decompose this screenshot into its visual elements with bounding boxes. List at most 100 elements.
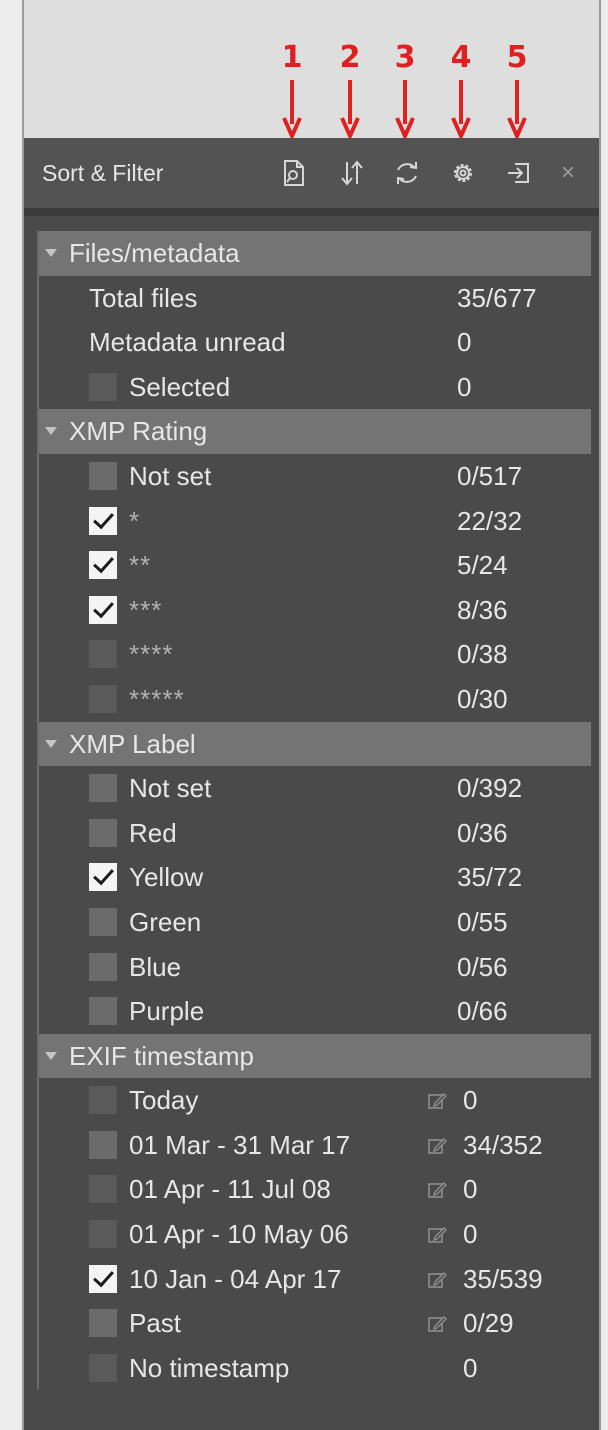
timestamp-row-past[interactable]: Past 0/29 bbox=[39, 1301, 591, 1346]
annotation-number-3: 3 bbox=[394, 40, 416, 75]
annotation-number-5: 5 bbox=[506, 40, 528, 75]
filter-count: 0 bbox=[463, 1174, 478, 1205]
metadata-unread-count: 0 bbox=[457, 327, 472, 358]
checkbox[interactable] bbox=[89, 907, 117, 936]
filter-count: 34/352 bbox=[463, 1129, 543, 1160]
annotation-arrow-1 bbox=[282, 80, 302, 141]
checkbox[interactable] bbox=[89, 506, 117, 535]
selected-row[interactable]: Selected 0 bbox=[39, 365, 591, 410]
annotation-arrow-3 bbox=[395, 80, 415, 141]
checkbox[interactable] bbox=[89, 684, 117, 713]
annotation-number-4: 4 bbox=[450, 40, 472, 75]
filter-label: 01 Apr - 11 Jul 08 bbox=[129, 1174, 331, 1205]
collapse-triangle-icon[interactable] bbox=[45, 427, 57, 436]
checkbox[interactable] bbox=[89, 818, 117, 847]
filter-label: 01 Mar - 31 Mar 17 bbox=[129, 1129, 351, 1160]
filter-count: 8/36 bbox=[457, 594, 508, 625]
edit-icon[interactable] bbox=[427, 1136, 447, 1156]
timestamp-row-jul-08[interactable]: 01 Apr - 11 Jul 08 0 bbox=[39, 1167, 591, 1212]
sort-filter-panel: Sort & Filter × Files/metadata Total fil… bbox=[22, 138, 601, 1430]
checkbox[interactable] bbox=[89, 1353, 117, 1382]
label-row-blue[interactable]: Blue 0/56 bbox=[39, 945, 591, 990]
section-header-files-metadata[interactable]: Files/metadata bbox=[39, 231, 591, 276]
dock-icon[interactable] bbox=[504, 158, 534, 188]
filter-label: Yellow bbox=[129, 862, 204, 893]
checkbox[interactable] bbox=[89, 595, 117, 624]
edit-icon[interactable] bbox=[427, 1225, 447, 1245]
edit-icon[interactable] bbox=[427, 1314, 447, 1334]
timestamp-row-no-timestamp[interactable]: No timestamp 0 bbox=[39, 1346, 591, 1391]
checkbox[interactable] bbox=[89, 551, 117, 580]
checkbox[interactable] bbox=[89, 1264, 117, 1293]
timestamp-row-mar-17[interactable]: 01 Mar - 31 Mar 17 34/352 bbox=[39, 1123, 591, 1168]
close-icon[interactable]: × bbox=[555, 158, 581, 188]
rating-row-not-set[interactable]: Not set 0/517 bbox=[39, 454, 591, 499]
collapse-triangle-icon[interactable] bbox=[45, 1051, 57, 1060]
label-row-green[interactable]: Green 0/55 bbox=[39, 900, 591, 945]
rating-row-1-star[interactable]: * 22/32 bbox=[39, 499, 591, 544]
filter-label: Purple bbox=[129, 996, 205, 1027]
panel-title: Sort & Filter bbox=[42, 160, 164, 186]
filter-count: 35/539 bbox=[463, 1263, 543, 1294]
settings-icon[interactable] bbox=[448, 158, 478, 188]
timestamp-row-today[interactable]: Today 0 bbox=[39, 1078, 591, 1123]
label-row-not-set[interactable]: Not set 0/392 bbox=[39, 766, 591, 811]
annotation-arrow-4 bbox=[451, 80, 471, 141]
filter-count: 0/517 bbox=[457, 460, 523, 491]
filter-label: *** bbox=[129, 594, 163, 625]
filter-count: 0/29 bbox=[463, 1308, 514, 1339]
checkbox[interactable] bbox=[89, 1220, 117, 1249]
filter-count: 0/392 bbox=[457, 773, 523, 804]
filter-count: 5/24 bbox=[457, 550, 508, 581]
annotation-number-2: 2 bbox=[339, 40, 361, 75]
checkbox[interactable] bbox=[89, 997, 117, 1026]
collapse-triangle-icon[interactable] bbox=[45, 249, 57, 257]
checkbox[interactable] bbox=[89, 774, 117, 803]
checkbox[interactable] bbox=[89, 461, 117, 490]
filter-label: Past bbox=[129, 1308, 182, 1339]
checkbox[interactable] bbox=[89, 1086, 117, 1115]
filter-count: 0/38 bbox=[457, 639, 508, 670]
selected-count: 0 bbox=[457, 371, 472, 402]
collapse-triangle-icon[interactable] bbox=[45, 739, 57, 748]
annotation-arrow-2 bbox=[340, 80, 360, 141]
section-header-xmp-label[interactable]: XMP Label bbox=[39, 721, 591, 767]
checkbox[interactable] bbox=[89, 952, 117, 981]
section-title: Files/metadata bbox=[69, 238, 240, 268]
edit-icon[interactable] bbox=[427, 1180, 447, 1200]
section-header-xmp-rating[interactable]: XMP Rating bbox=[39, 409, 591, 454]
selected-checkbox[interactable] bbox=[89, 372, 117, 401]
filter-count: 0 bbox=[463, 1219, 478, 1250]
checkbox[interactable] bbox=[89, 863, 117, 892]
label-row-yellow[interactable]: Yellow 35/72 bbox=[39, 855, 591, 900]
total-files-row: Total files 35/677 bbox=[39, 276, 591, 321]
checkbox[interactable] bbox=[89, 1175, 117, 1204]
selected-label: Selected bbox=[129, 371, 231, 402]
section-title: EXIF timestamp bbox=[69, 1040, 254, 1071]
refresh-icon[interactable] bbox=[392, 158, 422, 188]
edit-icon[interactable] bbox=[427, 1091, 447, 1111]
panel-titlebar: Sort & Filter × bbox=[24, 138, 599, 208]
section-title: XMP Label bbox=[69, 728, 196, 759]
checkbox[interactable] bbox=[89, 1309, 117, 1338]
timestamp-row-apr-17[interactable]: 10 Jan - 04 Apr 17 35/539 bbox=[39, 1257, 591, 1302]
section-header-exif-timestamp[interactable]: EXIF timestamp bbox=[39, 1033, 591, 1079]
search-file-icon[interactable] bbox=[279, 158, 309, 188]
section-title: XMP Rating bbox=[69, 416, 208, 447]
edit-icon[interactable] bbox=[427, 1270, 447, 1290]
checkbox[interactable] bbox=[89, 1130, 117, 1159]
sort-icon[interactable] bbox=[337, 158, 367, 188]
filter-count: 0 bbox=[463, 1085, 478, 1116]
rating-row-3-stars[interactable]: *** 8/36 bbox=[39, 588, 591, 633]
checkbox[interactable] bbox=[89, 640, 117, 669]
rating-row-4-stars[interactable]: **** 0/38 bbox=[39, 632, 591, 677]
timestamp-row-may-06[interactable]: 01 Apr - 10 May 06 0 bbox=[39, 1212, 591, 1257]
filter-label: No timestamp bbox=[129, 1352, 290, 1383]
rating-row-2-stars[interactable]: ** 5/24 bbox=[39, 543, 591, 588]
label-row-red[interactable]: Red 0/36 bbox=[39, 811, 591, 856]
filter-label: 01 Apr - 10 May 06 bbox=[129, 1219, 349, 1250]
metadata-unread-row: Metadata unread 0 bbox=[39, 320, 591, 365]
label-row-purple[interactable]: Purple 0/66 bbox=[39, 989, 591, 1034]
filter-label: ***** bbox=[129, 683, 185, 714]
rating-row-5-stars[interactable]: ***** 0/30 bbox=[39, 677, 591, 722]
